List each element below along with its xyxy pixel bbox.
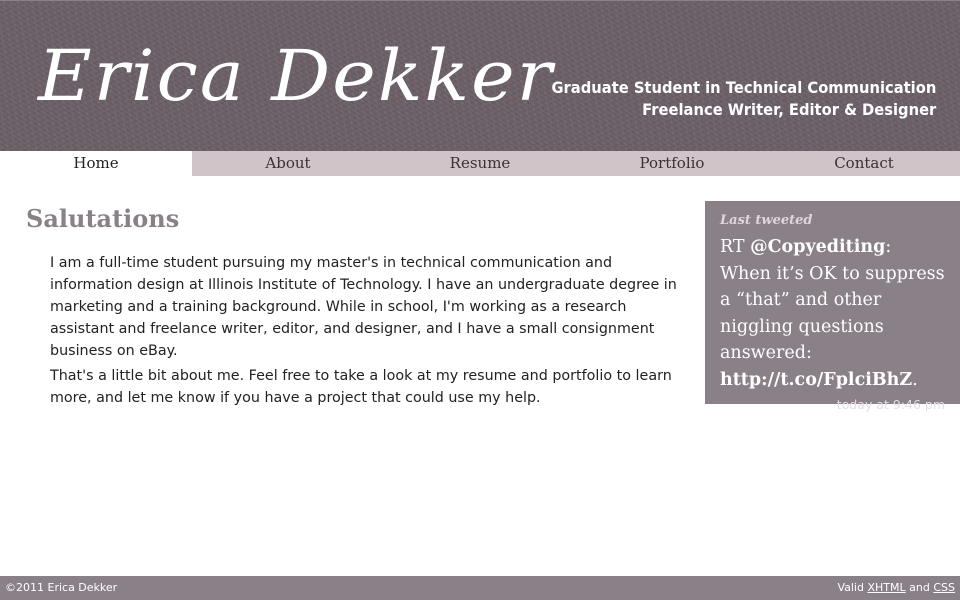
nav-portfolio[interactable]: Portfolio	[576, 151, 768, 176]
nav-home[interactable]: Home	[0, 151, 192, 176]
xhtml-link[interactable]: XHTML	[867, 581, 905, 594]
site-header: Erica Dekker Graduate Student in Technic…	[0, 0, 960, 151]
tagline-line-1: Graduate Student in Technical Communicat…	[551, 78, 936, 97]
tweet-timestamp[interactable]: today at 9:46 pm	[720, 397, 945, 412]
closing-paragraph: That's a little bit about me. Feel free …	[50, 368, 672, 406]
tweet-heading: Last tweeted	[720, 213, 813, 228]
tweet-handle[interactable]: @Copyediting	[750, 237, 885, 257]
logo-text: Erica Dekker	[38, 35, 554, 117]
valid-prefix: Valid	[837, 581, 868, 594]
tweet-suffix: .	[912, 369, 918, 390]
site-tagline: Graduate Student in Technical Communicat…	[551, 77, 936, 121]
tweet-text: RT @Copyediting: When it’s OK to suppres…	[720, 234, 945, 393]
tagline-line-2: Freelance Writer, Editor & Designer	[641, 100, 936, 119]
validation-links: Valid XHTML and CSS	[837, 576, 955, 600]
site-footer: ©2011 Erica Dekker Valid XHTML and CSS	[0, 576, 960, 600]
site-logo[interactable]: Erica Dekker	[38, 21, 552, 131]
nav-about[interactable]: About	[192, 151, 384, 176]
tweet-prefix: RT	[720, 237, 751, 257]
last-tweet-panel: Last tweeted RT @Copyediting: When it’s …	[705, 201, 960, 412]
nav-resume[interactable]: Resume	[384, 151, 576, 176]
main-nav: Home About Resume Portfolio Contact	[0, 151, 960, 176]
css-link[interactable]: CSS	[933, 581, 955, 594]
copyright-text: ©2011 Erica Dekker	[5, 581, 118, 594]
tweet-link[interactable]: http://t.co/FplciBhZ	[720, 370, 912, 390]
nav-contact[interactable]: Contact	[768, 151, 960, 176]
page-title: Salutations	[26, 204, 180, 233]
and-text: and	[905, 581, 934, 594]
intro-paragraph: I am a full-time student pursuing my mas…	[50, 255, 677, 359]
